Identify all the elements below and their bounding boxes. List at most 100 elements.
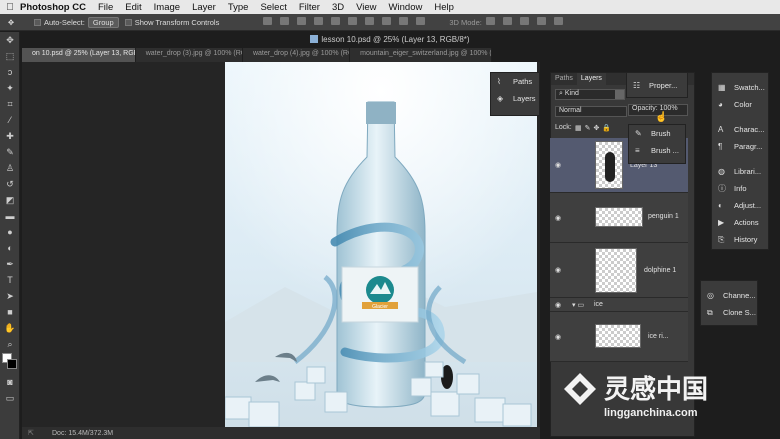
doc-size: Doc: 15.4M/372.3M [52, 429, 114, 437]
tab-water-drop-3[interactable]: water_drop (3).jpg @ 100% (RGB/8) [136, 48, 243, 62]
app-menu[interactable]: Photoshop CC [20, 2, 86, 13]
layer-row-penguin[interactable]: ◉ penguin 1 [550, 193, 688, 243]
lasso-tool-icon[interactable]: ↄ [0, 64, 20, 80]
menu-help[interactable]: Help [434, 2, 454, 13]
tab-water-drop-4[interactable]: water_drop (4).jpg @ 100% (RGB/8) [243, 48, 351, 62]
clone-stamp-icon[interactable]: ♙ [0, 160, 20, 176]
filter-image-icon[interactable] [615, 90, 624, 99]
layer-row-dolphine[interactable]: ◉ dolphine 1 [550, 243, 688, 298]
watermark-title: 灵感中国 [604, 375, 709, 405]
tab-mountain-eiger[interactable]: mountain_eiger_switzerland.jpg @ 100% (R… [350, 48, 492, 62]
menu-file[interactable]: File [98, 2, 113, 13]
dodge-tool-icon[interactable]: ◐ [0, 240, 20, 256]
healing-brush-icon[interactable]: ✚ [0, 128, 20, 144]
character-icon: A [718, 125, 724, 134]
marquee-tool-icon[interactable]: ⬚ [0, 48, 20, 64]
lock-icons[interactable]: ▦✎✥🔒 [575, 124, 614, 132]
transform-controls-checkbox[interactable] [124, 18, 132, 26]
background-color-icon[interactable] [7, 359, 17, 369]
crop-tool-icon[interactable]: ⌗ [0, 96, 20, 112]
menu-window[interactable]: Window [389, 2, 423, 13]
swatches-panel-button[interactable]: ▦ Swatch... [712, 79, 768, 96]
3d-icons[interactable] [482, 17, 567, 27]
color-panel-button[interactable]: ◕ Color [712, 96, 768, 113]
tab-layers[interactable]: Layers [576, 73, 606, 85]
gradient-tool-icon[interactable]: ▬ [0, 208, 20, 224]
actions-icon: ▶ [718, 218, 725, 227]
menu-3d[interactable]: 3D [332, 2, 344, 13]
layer-name: ice [594, 301, 603, 308]
shape-tool-icon[interactable]: ■ [0, 304, 20, 320]
visibility-eye-icon[interactable]: ◉ [555, 266, 564, 274]
properties-panel-button[interactable]: ☷ Proper... [626, 72, 688, 98]
menu-select[interactable]: Select [260, 2, 286, 13]
document-canvas[interactable]: Glacier [225, 62, 537, 427]
layer-row-ice-ri[interactable]: ◉ ice ri... [550, 312, 688, 362]
layer-thumbnail [595, 207, 643, 227]
screen-mode-icon[interactable]: ▭ [0, 390, 20, 406]
history-panel-button[interactable]: ⎘ History [712, 231, 768, 248]
menu-edit[interactable]: Edit [125, 2, 141, 13]
libraries-panel-button[interactable]: ◍ Librari... [712, 163, 768, 180]
tab-paths[interactable]: Paths [551, 73, 577, 85]
move-tool-icon[interactable]: ✥ [0, 32, 20, 48]
move-tool-icon[interactable]: ✥ [0, 18, 22, 27]
auto-select-checkbox[interactable] [34, 18, 41, 26]
brush-tool-icon[interactable]: ✎ [0, 144, 20, 160]
watermark: 灵感中国 lingganchina.com [560, 365, 775, 430]
layer-group-ice[interactable]: ◉ ▾ ▭ ice [550, 298, 688, 312]
right-panel-group: ▦ Swatch... ◕ Color A Charac... ¶ Paragr... … [711, 72, 769, 250]
path-select-icon[interactable]: ➤ [0, 288, 20, 304]
pen-tool-icon[interactable]: ✒ [0, 256, 20, 272]
brush-presets-button[interactable]: ≡ Brush ... [629, 142, 685, 159]
hand-tool-icon[interactable]: ✋ [0, 320, 20, 336]
channels-panel-button[interactable]: ◎ Channe... [701, 287, 757, 304]
auto-select-dropdown[interactable]: Group [87, 16, 119, 28]
group-expand-icon[interactable]: ▾ ▭ [572, 301, 584, 309]
paragraph-panel-button[interactable]: ¶ Paragr... [712, 138, 768, 155]
character-panel-button[interactable]: A Charac... [712, 121, 768, 138]
menu-view[interactable]: View [356, 2, 376, 13]
menu-type[interactable]: Type [228, 2, 249, 13]
watermark-url: lingganchina.com [604, 407, 698, 419]
quick-mask-icon[interactable]: ◙ [0, 374, 20, 390]
apple-icon[interactable]:  [0, 2, 20, 13]
layers-panel-button[interactable]: ◈ Layers [491, 90, 539, 107]
bottle-label-text: Glacier [372, 304, 388, 310]
magic-wand-icon[interactable]: ✦ [0, 80, 20, 96]
align-icons[interactable] [259, 17, 429, 27]
menu-image[interactable]: Image [154, 2, 180, 13]
visibility-eye-icon[interactable]: ◉ [555, 301, 564, 309]
menu-bar:  Photoshop CC File Edit Image Layer Typ… [0, 0, 780, 14]
type-tool-icon[interactable]: T [0, 272, 20, 288]
history-brush-icon[interactable]: ↺ [0, 176, 20, 192]
blend-mode-dropdown[interactable]: Normal [555, 106, 627, 117]
channels-panel-group: ◎ Channe... ⧉ Clone S... [700, 280, 758, 326]
clone-source-panel-button[interactable]: ⧉ Clone S... [701, 304, 757, 321]
info-panel-button[interactable]: ⓘ Info [712, 180, 768, 197]
status-arrow-icon[interactable]: ⇱ [28, 429, 38, 437]
eyedropper-icon[interactable]: ⁄ [0, 112, 20, 128]
color-swatches[interactable] [0, 352, 20, 374]
eraser-tool-icon[interactable]: ◩ [0, 192, 20, 208]
adjustments-icon: ◐ [718, 201, 723, 210]
zoom-tool-icon[interactable]: ⌕ [0, 336, 20, 352]
menu-filter[interactable]: Filter [299, 2, 320, 13]
blur-tool-icon[interactable]: ● [0, 224, 20, 240]
visibility-eye-icon[interactable]: ◉ [555, 161, 564, 169]
opacity-value[interactable]: 100% [660, 105, 678, 112]
actions-panel-button[interactable]: ▶ Actions [712, 214, 768, 231]
visibility-eye-icon[interactable]: ◉ [555, 333, 564, 341]
adjustments-panel-button[interactable]: ◐ Adjust... [712, 197, 768, 214]
brush-panel-button[interactable]: ✎ Brush [629, 125, 685, 142]
menu-layer[interactable]: Layer [192, 2, 216, 13]
swatches-icon: ▦ [718, 83, 726, 92]
brush-panel-group: ✎ Brush ≡ Brush ... [628, 124, 686, 164]
paths-panel-button[interactable]: ⌇ Paths [491, 73, 539, 90]
tab-lesson-10[interactable]: on 10.psd @ 25% (Layer 13, RGB/8*) * [22, 48, 136, 62]
history-icon: ⎘ [718, 235, 725, 244]
search-icon: ⌕ [559, 90, 563, 97]
channels-icon: ◎ [707, 291, 714, 300]
visibility-eye-icon[interactable]: ◉ [555, 214, 564, 222]
lock-label: Lock: [555, 124, 572, 131]
